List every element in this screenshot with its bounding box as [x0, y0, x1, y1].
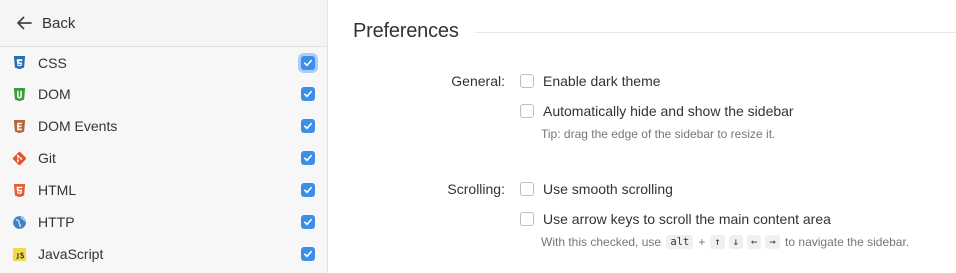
enable-html-checkbox[interactable] — [301, 183, 315, 197]
docs-list: CSS DOM DOM Events Git HTML HTTP JavaScr… — [0, 47, 327, 270]
html5-icon — [12, 183, 27, 198]
checkmark-icon — [304, 90, 312, 98]
doc-item-git[interactable]: Git — [0, 142, 327, 174]
kbd-up: ↑ — [710, 235, 725, 249]
arrow-keys-option[interactable]: Use arrow keys to scroll the main conten… — [520, 211, 831, 227]
arrow-keys-checkbox[interactable] — [520, 212, 534, 226]
kbd-down: ↓ — [728, 235, 744, 249]
doc-item-dom-events[interactable]: DOM Events — [0, 110, 327, 142]
checkmark-icon — [304, 186, 312, 194]
dark-theme-checkbox[interactable] — [520, 74, 534, 88]
auto-hide-sidebar-checkbox[interactable] — [520, 104, 534, 118]
sidebar: Back CSS DOM DOM Events Git HTML HTTP Ja… — [0, 0, 328, 273]
checkmark-icon — [304, 154, 312, 162]
kbd-alt: alt — [666, 235, 694, 249]
dom-icon — [12, 87, 27, 102]
checkmark-icon — [304, 59, 312, 66]
smooth-scrolling-option[interactable]: Use smooth scrolling — [520, 181, 673, 197]
doc-item-dom[interactable]: DOM — [0, 78, 327, 110]
css3-icon — [12, 55, 27, 70]
page-title: Preferences — [353, 20, 459, 42]
auto-hide-sidebar-option[interactable]: Automatically hide and show the sidebar — [520, 103, 794, 119]
enable-css-checkbox[interactable] — [301, 55, 315, 70]
arrow-left-icon — [17, 16, 32, 30]
doc-label: DOM — [38, 86, 71, 102]
doc-item-http[interactable]: HTTP — [0, 206, 327, 238]
smooth-scrolling-checkbox[interactable] — [520, 182, 534, 196]
enable-javascript-checkbox[interactable] — [301, 247, 315, 261]
doc-item-css[interactable]: CSS — [0, 47, 327, 78]
auto-hide-sidebar-label: Automatically hide and show the sidebar — [543, 103, 794, 119]
scrolling-label: Scrolling: — [447, 181, 505, 197]
arrow-keys-label: Use arrow keys to scroll the main conten… — [543, 211, 831, 227]
dark-theme-label: Enable dark theme — [543, 73, 661, 89]
checkmark-icon — [304, 250, 312, 258]
enable-dom-events-checkbox[interactable] — [301, 119, 315, 133]
dark-theme-option[interactable]: Enable dark theme — [520, 73, 661, 89]
javascript-icon — [12, 247, 27, 262]
doc-label: Git — [38, 150, 56, 166]
kbd-plus: + — [698, 235, 706, 249]
doc-label: JavaScript — [38, 246, 104, 262]
kbd-right: → — [765, 235, 780, 249]
doc-item-javascript[interactable]: JavaScript — [0, 238, 327, 270]
title-row: Preferences — [353, 20, 956, 43]
sidebar-resize-tip: Tip: drag the edge of the sidebar to res… — [541, 127, 776, 141]
checkmark-icon — [304, 218, 312, 226]
git-icon — [12, 151, 27, 166]
tip-prefix: With this checked, use — [541, 235, 662, 249]
dom-events-icon — [12, 119, 27, 134]
enable-http-checkbox[interactable] — [301, 215, 315, 229]
doc-label: CSS — [38, 54, 67, 71]
smooth-scrolling-label: Use smooth scrolling — [543, 181, 673, 197]
doc-label: HTTP — [38, 214, 75, 230]
kbd-left: ← — [747, 235, 762, 249]
preferences-panel: Preferences General: Enable dark theme A… — [329, 0, 956, 273]
back-label: Back — [42, 14, 76, 32]
http-globe-icon — [12, 215, 27, 230]
enable-dom-checkbox[interactable] — [301, 87, 315, 101]
general-label: General: — [451, 73, 505, 89]
title-divider — [474, 32, 956, 33]
tip-suffix: to navigate the sidebar. — [785, 235, 910, 249]
arrow-keys-tip: With this checked, use alt + ↑ ↓ ← → to … — [541, 235, 909, 249]
checkmark-icon — [304, 122, 312, 130]
doc-label: DOM Events — [38, 118, 118, 134]
doc-label: HTML — [38, 182, 77, 198]
back-button[interactable]: Back — [0, 0, 327, 47]
doc-item-html[interactable]: HTML — [0, 174, 327, 206]
enable-git-checkbox[interactable] — [301, 151, 315, 165]
